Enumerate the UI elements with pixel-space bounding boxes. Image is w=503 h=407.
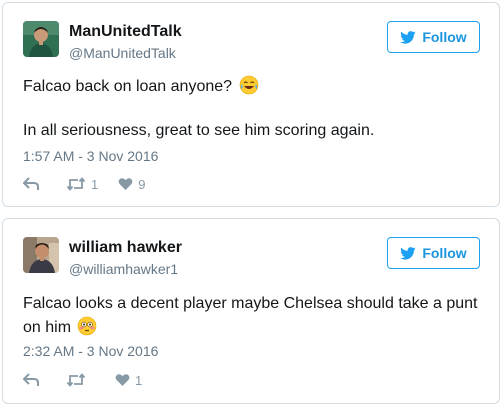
- face-with-tears-of-joy-icon: [239, 75, 259, 102]
- retweet-icon: [66, 373, 86, 387]
- tweet-card: ManUnitedTalk @ManUnitedTalk Follow Falc…: [2, 2, 500, 207]
- twitter-bird-icon: [400, 246, 416, 260]
- tweet-card: william hawker @williamhawker1 Follow Fa…: [2, 218, 500, 404]
- follow-label: Follow: [422, 29, 467, 45]
- like-count: 9: [138, 176, 146, 192]
- like-count: 1: [135, 372, 143, 388]
- tweet-text-line: Falcao looks a decent player maybe Chels…: [23, 295, 478, 312]
- user-handle[interactable]: @ManUnitedTalk: [69, 45, 176, 61]
- tweet-text-line: In all seriousness, great to see him sco…: [23, 122, 375, 139]
- tweet-timestamp[interactable]: 1:57 AM - 3 Nov 2016: [23, 148, 158, 164]
- display-name[interactable]: ManUnitedTalk: [69, 23, 182, 41]
- follow-button[interactable]: Follow: [387, 21, 480, 53]
- reply-button[interactable]: [23, 177, 40, 191]
- tweet-text-line: Falcao back on loan anyone?: [23, 75, 259, 102]
- tweet-actions: 1 9: [23, 175, 145, 193]
- reply-icon: [23, 373, 39, 386]
- retweet-icon: [66, 177, 86, 191]
- avatar[interactable]: [23, 21, 59, 57]
- heart-icon: [115, 374, 130, 386]
- twitter-bird-icon: [400, 30, 416, 44]
- retweet-button[interactable]: 1: [66, 177, 98, 192]
- like-button[interactable]: 9: [118, 177, 145, 192]
- tweet-actions: 1: [23, 371, 142, 389]
- flushed-face-icon: [77, 316, 97, 343]
- follow-label: Follow: [422, 245, 467, 261]
- like-button[interactable]: 1: [115, 373, 142, 388]
- user-handle[interactable]: @williamhawker1: [69, 261, 178, 277]
- heart-icon: [118, 178, 133, 190]
- display-name[interactable]: william hawker: [69, 239, 182, 257]
- tweet-timestamp[interactable]: 2:32 AM - 3 Nov 2016: [23, 343, 158, 359]
- retweet-count: 1: [91, 176, 99, 192]
- follow-button[interactable]: Follow: [387, 237, 480, 269]
- reply-icon: [23, 177, 39, 190]
- reply-button[interactable]: [23, 373, 40, 387]
- retweet-button[interactable]: [66, 373, 91, 387]
- tweet-text-line: on him: [23, 316, 97, 343]
- avatar[interactable]: [23, 237, 59, 273]
